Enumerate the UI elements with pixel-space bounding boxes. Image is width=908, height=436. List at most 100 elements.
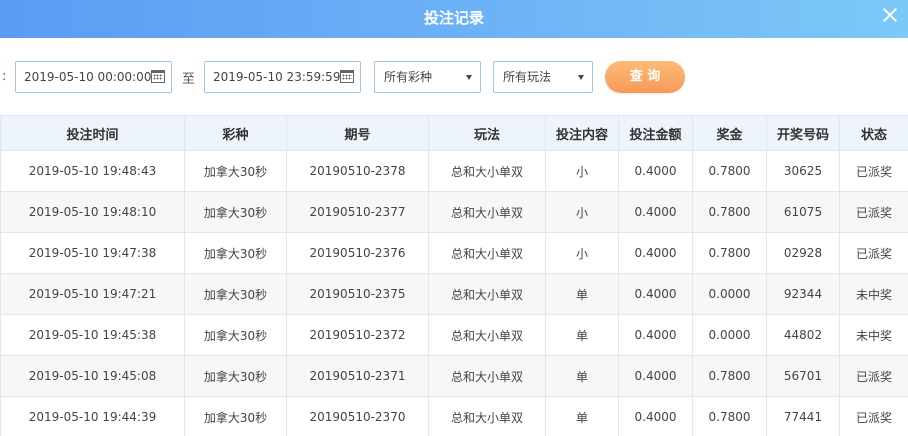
lottery-type-value: 所有彩种 bbox=[384, 70, 433, 84]
cell-prize: 0.7800 bbox=[692, 355, 767, 397]
cell-status: 已派奖 bbox=[839, 396, 908, 436]
cell-status: 未中奖 bbox=[839, 314, 908, 356]
cell-draw-number: 02928 bbox=[766, 232, 840, 274]
cell-amount: 0.4000 bbox=[618, 150, 693, 192]
column-header-amount: 投注金额 bbox=[618, 115, 693, 151]
to-label: 至 bbox=[182, 72, 196, 87]
start-date-value: 2019-05-10 00:00:00 bbox=[24, 70, 152, 84]
cell-content: 单 bbox=[545, 355, 619, 397]
cell-content: 单 bbox=[545, 314, 619, 356]
table-row[interactable]: 2019-05-10 19:47:21 加拿大30秒 20190510-2375 总和… bbox=[0, 273, 908, 315]
play-type-value: 所有玩法 bbox=[503, 70, 552, 84]
cell-play: 总和大小单双 bbox=[428, 273, 546, 315]
cell-status: 已派奖 bbox=[839, 150, 908, 192]
table-header-row: 投注时间 彩种 期号 玩法 投注内容 投注金额 奖金 开奖号码 状态 bbox=[0, 115, 908, 151]
cell-draw-number: 77441 bbox=[766, 396, 840, 436]
cell-issue: 20190510-2378 bbox=[286, 150, 429, 192]
cell-play: 总和大小单双 bbox=[428, 355, 546, 397]
cell-play: 总和大小单双 bbox=[428, 191, 546, 233]
cell-lottery: 加拿大30秒 bbox=[184, 314, 287, 356]
close-icon[interactable] bbox=[880, 4, 900, 26]
table-body: 2019-05-10 19:48:43 加拿大30秒 20190510-2378 总和… bbox=[0, 150, 908, 436]
cell-bet-time: 2019-05-10 19:44:39 bbox=[0, 396, 185, 436]
cell-content: 单 bbox=[545, 396, 619, 436]
cell-content: 小 bbox=[545, 150, 619, 192]
cell-draw-number: 56701 bbox=[766, 355, 840, 397]
table-row[interactable]: 2019-05-10 19:47:38 加拿大30秒 20190510-2376 总和… bbox=[0, 232, 908, 274]
title-bar: 投注记录 bbox=[0, 0, 908, 38]
end-date-value: 2019-05-10 23:59:59 bbox=[213, 70, 341, 84]
cell-amount: 0.4000 bbox=[618, 273, 693, 315]
column-header-play: 玩法 bbox=[428, 115, 546, 151]
cell-lottery: 加拿大30秒 bbox=[184, 355, 287, 397]
cell-bet-time: 2019-05-10 19:45:08 bbox=[0, 355, 185, 397]
play-type-select[interactable]: 所有玩法 bbox=[493, 61, 593, 93]
cell-issue: 20190510-2376 bbox=[286, 232, 429, 274]
cell-amount: 0.4000 bbox=[618, 355, 693, 397]
column-header-bet-time: 投注时间 bbox=[0, 115, 185, 151]
cell-issue: 20190510-2372 bbox=[286, 314, 429, 356]
records-table: 投注时间 彩种 期号 玩法 投注内容 投注金额 奖金 开奖号码 状态 2019-05-10 19… bbox=[0, 115, 908, 436]
table-row[interactable]: 2019-05-10 19:45:08 加拿大30秒 20190510-2371 总和… bbox=[0, 355, 908, 397]
start-date-input[interactable]: 2019-05-10 00:00:00 bbox=[15, 61, 172, 93]
cell-issue: 20190510-2375 bbox=[286, 273, 429, 315]
cell-play: 总和大小单双 bbox=[428, 314, 546, 356]
cell-prize: 0.7800 bbox=[692, 191, 767, 233]
cell-status: 已派奖 bbox=[839, 355, 908, 397]
cell-lottery: 加拿大30秒 bbox=[184, 150, 287, 192]
cell-prize: 0.7800 bbox=[692, 150, 767, 192]
cell-lottery: 加拿大30秒 bbox=[184, 191, 287, 233]
cell-amount: 0.4000 bbox=[618, 232, 693, 274]
cell-prize: 0.0000 bbox=[692, 273, 767, 315]
cell-bet-time: 2019-05-10 19:45:38 bbox=[0, 314, 185, 356]
cell-lottery: 加拿大30秒 bbox=[184, 396, 287, 436]
cell-draw-number: 44802 bbox=[766, 314, 840, 356]
cell-lottery: 加拿大30秒 bbox=[184, 232, 287, 274]
cell-amount: 0.4000 bbox=[618, 314, 693, 356]
cell-lottery: 加拿大30秒 bbox=[184, 273, 287, 315]
cell-status: 已派奖 bbox=[839, 191, 908, 233]
cell-issue: 20190510-2371 bbox=[286, 355, 429, 397]
column-header-prize: 奖金 bbox=[692, 115, 767, 151]
cell-issue: 20190510-2370 bbox=[286, 396, 429, 436]
lottery-type-select[interactable]: 所有彩种 bbox=[374, 61, 481, 93]
cell-play: 总和大小单双 bbox=[428, 232, 546, 274]
cell-amount: 0.4000 bbox=[618, 396, 693, 436]
column-header-lottery: 彩种 bbox=[184, 115, 287, 151]
query-button[interactable]: 查 询 bbox=[605, 61, 685, 93]
cell-prize: 0.0000 bbox=[692, 314, 767, 356]
chevron-down-icon bbox=[466, 75, 472, 80]
cell-bet-time: 2019-05-10 19:47:38 bbox=[0, 232, 185, 274]
cell-content: 单 bbox=[545, 273, 619, 315]
cell-status: 未中奖 bbox=[839, 273, 908, 315]
filter-bar: : 2019-05-10 00:00:00 至 2019-05-10 23:59… bbox=[0, 61, 908, 93]
cell-status: 已派奖 bbox=[839, 232, 908, 274]
calendar-icon[interactable] bbox=[340, 70, 354, 83]
table-row[interactable]: 2019-05-10 19:48:43 加拿大30秒 20190510-2378 总和… bbox=[0, 150, 908, 192]
filter-colon: : bbox=[2, 69, 7, 84]
chevron-down-icon bbox=[578, 75, 584, 80]
cell-content: 小 bbox=[545, 191, 619, 233]
cell-amount: 0.4000 bbox=[618, 191, 693, 233]
column-header-draw-number: 开奖号码 bbox=[766, 115, 840, 151]
cell-bet-time: 2019-05-10 19:48:43 bbox=[0, 150, 185, 192]
column-header-issue: 期号 bbox=[286, 115, 429, 151]
cell-bet-time: 2019-05-10 19:47:21 bbox=[0, 273, 185, 315]
table-row[interactable]: 2019-05-10 19:44:39 加拿大30秒 20190510-2370 总和… bbox=[0, 396, 908, 436]
cell-bet-time: 2019-05-10 19:48:10 bbox=[0, 191, 185, 233]
cell-draw-number: 61075 bbox=[766, 191, 840, 233]
table-row[interactable]: 2019-05-10 19:48:10 加拿大30秒 20190510-2377 总和… bbox=[0, 191, 908, 233]
cell-play: 总和大小单双 bbox=[428, 150, 546, 192]
column-header-content: 投注内容 bbox=[545, 115, 619, 151]
cell-issue: 20190510-2377 bbox=[286, 191, 429, 233]
table-row[interactable]: 2019-05-10 19:45:38 加拿大30秒 20190510-2372 总和… bbox=[0, 314, 908, 356]
cell-draw-number: 92344 bbox=[766, 273, 840, 315]
cell-play: 总和大小单双 bbox=[428, 396, 546, 436]
cell-content: 小 bbox=[545, 232, 619, 274]
end-date-input[interactable]: 2019-05-10 23:59:59 bbox=[204, 61, 361, 93]
cell-draw-number: 30625 bbox=[766, 150, 840, 192]
window-title: 投注记录 bbox=[423, 9, 484, 27]
column-header-status: 状态 bbox=[839, 115, 908, 151]
calendar-icon[interactable] bbox=[151, 70, 165, 83]
cell-prize: 0.7800 bbox=[692, 396, 767, 436]
